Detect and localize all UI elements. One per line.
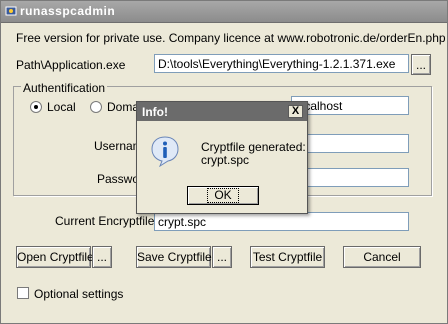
path-label: Path\Application.exe (16, 58, 126, 72)
radio-domain-label: Doma (107, 100, 140, 114)
license-info-text: Free version for private use. Company li… (16, 31, 446, 45)
test-cryptfile-button[interactable]: Test Cryptfile (250, 246, 325, 268)
app-icon (5, 6, 17, 16)
radio-local-label: Local (47, 100, 76, 114)
optional-settings-checkbox[interactable] (17, 287, 29, 299)
dialog-message: Cryptfile generated: crypt.spc (201, 141, 306, 167)
open-cryptfile-button[interactable]: Open Cryptfile (16, 246, 94, 268)
cancel-button[interactable]: Cancel (343, 246, 421, 268)
close-icon[interactable]: X (288, 105, 303, 118)
host-input[interactable]: localhost (291, 96, 409, 115)
save-cryptfile-button[interactable]: Save Cryptfile (136, 246, 212, 268)
radio-selected-dot (34, 105, 38, 109)
dialog-message-line2: crypt.spc (201, 153, 250, 167)
open-browse-button[interactable]: ... (92, 246, 112, 268)
info-dialog: Info! X Cryptfile generated: crypt.spc O… (136, 101, 308, 214)
info-icon (151, 136, 179, 167)
encryptfile-input[interactable]: crypt.spc (154, 212, 409, 231)
window-title: runasspcadmin (20, 4, 116, 18)
auth-group-title: Authentification (21, 81, 108, 95)
radio-domain[interactable] (90, 101, 102, 113)
radio-local[interactable] (30, 101, 42, 113)
path-browse-button[interactable]: ... (411, 54, 431, 75)
encryptfile-label: Current Encryptfile (55, 214, 155, 228)
path-input[interactable]: D:\tools\Everything\Everything-1.2.1.371… (154, 54, 409, 73)
save-browse-button[interactable]: ... (212, 246, 232, 268)
title-bar[interactable]: runasspcadmin (1, 1, 447, 23)
ok-button-label: OK (207, 188, 239, 203)
username-input[interactable] (307, 134, 409, 153)
ok-button[interactable]: OK (187, 186, 259, 205)
optional-settings-label: Optional settings (34, 287, 124, 301)
dialog-title-bar[interactable]: Info! X (137, 102, 307, 121)
dialog-title: Info! (142, 105, 168, 119)
password-input[interactable] (307, 168, 409, 187)
